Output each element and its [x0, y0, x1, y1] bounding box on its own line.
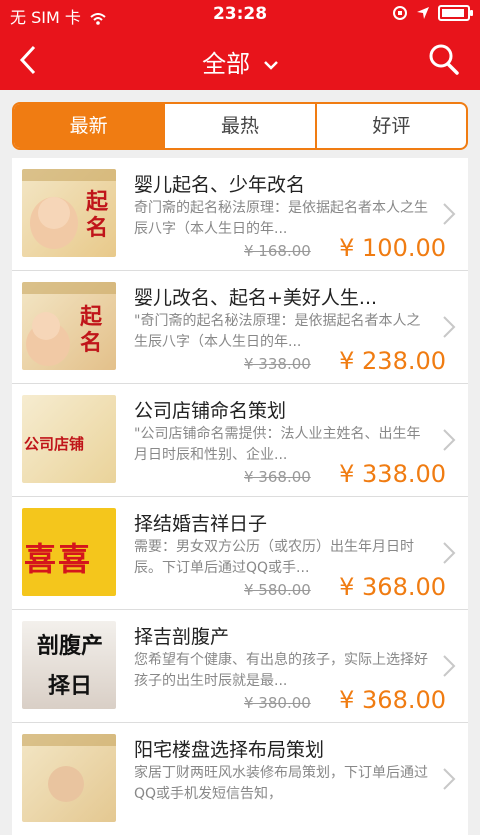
chevron-right-icon: [443, 203, 456, 225]
original-price: ¥ 338.00: [244, 355, 311, 373]
list-item[interactable]: 起名 婴儿起名、少年改名 奇门斋的起名秘法原理：是依据起名者本人之生辰八字（本人…: [12, 158, 468, 271]
item-title: 阳宅楼盘选择布局策划: [134, 739, 325, 761]
chevron-right-icon: [443, 768, 456, 790]
item-title: 择结婚吉祥日子: [134, 513, 268, 535]
chevron-down-icon: [263, 61, 278, 70]
thumb-label: 起名: [80, 304, 103, 356]
list-item[interactable]: 公司店铺 公司店铺命名策划 "公司店铺命名需提供：法人业主姓名、出生年月日时辰和…: [12, 384, 468, 497]
portrait-photo-icon: [22, 734, 116, 802]
list-item[interactable]: 起名 婴儿改名、起名+美好人生... "奇门斋的起名秘法原理：是依据起名者本人之…: [12, 271, 468, 384]
product-thumbnail: 喜喜: [22, 508, 116, 596]
status-bar: 无 SIM 卡 23:28: [0, 0, 480, 30]
product-list: 起名 婴儿起名、少年改名 奇门斋的起名秘法原理：是依据起名者本人之生辰八字（本人…: [12, 158, 468, 835]
product-thumbnail: 起名: [22, 169, 116, 257]
thumb-label: 喜喜: [24, 540, 93, 578]
sale-price: ¥ 238.00: [339, 347, 446, 375]
chevron-right-icon: [443, 655, 456, 677]
tab-top-rated[interactable]: 好评: [317, 104, 466, 148]
status-icons: [392, 5, 473, 21]
thumb-label: 公司店铺: [24, 435, 85, 453]
original-price: ¥ 168.00: [244, 242, 311, 260]
sale-price: ¥ 368.00: [339, 686, 446, 714]
battery-icon: [438, 5, 473, 21]
sale-price: ¥ 338.00: [339, 460, 446, 488]
chevron-right-icon: [443, 542, 456, 564]
orientation-lock-icon: [393, 6, 407, 20]
item-title: 婴儿改名、起名+美好人生...: [134, 287, 378, 309]
tab-hottest[interactable]: 最热: [165, 104, 317, 148]
tab-newest[interactable]: 最新: [14, 104, 166, 148]
item-title: 婴儿起名、少年改名: [134, 174, 306, 196]
product-thumbnail: [22, 734, 116, 822]
search-icon[interactable]: [428, 42, 460, 76]
item-title: 公司店铺命名策划: [134, 400, 287, 422]
sort-tabs: 最新 最热 好评: [12, 102, 468, 150]
nav-title-label: 全部: [202, 50, 251, 78]
category-dropdown[interactable]: 全部: [0, 44, 480, 79]
original-price: ¥ 380.00: [244, 694, 311, 712]
list-item[interactable]: 喜喜 择结婚吉祥日子 需要：男女双方公历（或农历）出生年月日时辰。下订单后通过Q…: [12, 497, 468, 610]
chevron-right-icon: [443, 429, 456, 451]
item-title: 择吉剖腹产: [134, 626, 230, 648]
product-thumbnail: 剖腹产 择日: [22, 621, 116, 709]
thumb-label: 剖腹产 择日: [36, 634, 103, 699]
thumb-label: 起名: [86, 189, 109, 241]
location-icon: [417, 7, 429, 19]
nav-bar: 全部: [0, 30, 480, 90]
product-thumbnail: 公司店铺: [22, 395, 116, 483]
sale-price: ¥ 368.00: [339, 573, 446, 601]
product-thumbnail: 起名: [22, 282, 116, 370]
original-price: ¥ 580.00: [244, 581, 311, 599]
list-item[interactable]: 阳宅楼盘选择布局策划 家居丁财两旺风水装修布局策划，下订单后通过QQ或手机发短信…: [12, 723, 468, 835]
list-item[interactable]: 剖腹产 择日 择吉剖腹产 您希望有个健康、有出息的孩子，实际上选择好孩子的出生时…: [12, 610, 468, 723]
original-price: ¥ 368.00: [244, 468, 311, 486]
chevron-right-icon: [443, 316, 456, 338]
sale-price: ¥ 100.00: [339, 234, 446, 262]
item-description: 家居丁财两旺风水装修布局策划，下订单后通过QQ或手机发短信告知，: [134, 765, 428, 802]
